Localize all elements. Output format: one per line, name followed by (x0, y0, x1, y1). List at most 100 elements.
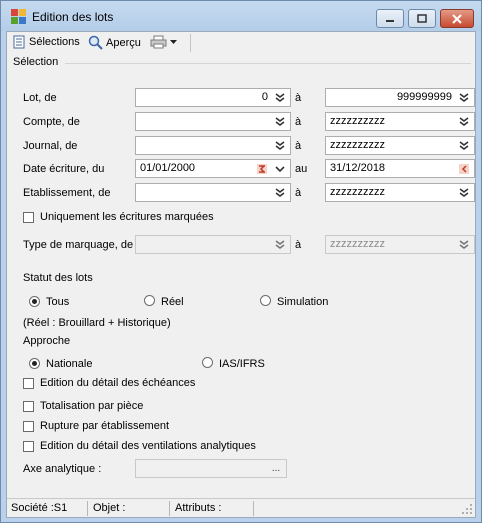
print-button[interactable] (150, 35, 178, 49)
apercu-label: Aperçu (106, 36, 141, 49)
marquage-to-value: zzzzzzzzzz (330, 238, 385, 250)
journal-to-value: zzzzzzzzzz (330, 139, 385, 151)
statut-simulation-radio[interactable] (260, 295, 271, 306)
marquage-sep: à (295, 239, 302, 251)
rupture-label: Rupture par établissement (40, 420, 170, 432)
double-chevron-down-icon (275, 116, 285, 126)
lot-to-lookup[interactable] (457, 90, 471, 105)
statut-reel-label: Réel (161, 296, 184, 308)
statut-simulation-label: Simulation (277, 296, 329, 308)
section-title: Sélection (13, 56, 59, 68)
compte-to-value: zzzzzzzzzz (330, 115, 385, 127)
double-chevron-down-icon (459, 116, 469, 126)
double-chevron-down-icon (459, 239, 469, 249)
minimize-button[interactable] (376, 9, 404, 28)
maximize-icon (417, 13, 427, 23)
detail-ventilations-checkbox[interactable] (23, 441, 34, 452)
selections-label: Sélections (29, 36, 80, 48)
journal-from-field[interactable] (135, 136, 291, 155)
uniquement-label: Uniquement les écritures marquées (40, 211, 214, 223)
axe-browse-button[interactable]: ... (269, 461, 283, 476)
client-area: Sélections Aperçu Sélection Lot, de 0 à … (6, 31, 476, 518)
selections-button[interactable]: Sélections (12, 35, 80, 49)
double-chevron-down-icon (459, 92, 469, 102)
etab-label: Etablissement, de (23, 187, 111, 199)
compte-sep: à (295, 116, 302, 128)
minimize-icon (386, 19, 394, 22)
date-from-value: 01/01/2000 (140, 162, 196, 174)
apercu-button[interactable]: Aperçu (88, 35, 141, 50)
compte-label: Compte, de (23, 116, 80, 128)
magnifier-icon (88, 35, 103, 50)
close-button[interactable] (440, 9, 474, 28)
double-chevron-down-icon (459, 187, 469, 197)
approche-title: Approche (23, 335, 71, 347)
compte-from-field[interactable] (135, 112, 291, 131)
detail-echeances-checkbox[interactable] (23, 378, 34, 389)
resize-grip-icon[interactable] (462, 504, 473, 515)
title-bar[interactable]: Edition des lots (1, 1, 481, 31)
journal-to-lookup[interactable] (457, 138, 471, 153)
date-from-field[interactable]: 01/01/2000 (135, 159, 291, 178)
close-icon (452, 13, 462, 24)
totalisation-checkbox[interactable] (23, 401, 34, 412)
uniquement-checkbox[interactable] (23, 212, 34, 223)
double-chevron-down-icon (275, 140, 285, 150)
double-chevron-down-icon (275, 92, 285, 102)
date-to-calendar[interactable] (457, 161, 471, 176)
status-bar: Société :S1 Objet : Attributs : (7, 498, 475, 517)
status-attributs: Attributs : (175, 502, 222, 514)
maximize-button[interactable] (408, 9, 436, 28)
calendar-icon (459, 163, 469, 174)
date-label: Date écriture, du (23, 163, 105, 175)
date-from-calendar[interactable] (255, 161, 269, 176)
lot-from-field[interactable]: 0 (135, 88, 291, 107)
statut-reel-radio[interactable] (144, 295, 155, 306)
date-from-dropdown[interactable] (273, 161, 287, 176)
statut-note: (Réel : Brouillard + Historique) (23, 317, 171, 329)
date-to-field[interactable]: 31/12/2018 (325, 159, 475, 178)
marquage-from-lookup[interactable] (273, 237, 287, 252)
status-divider (253, 501, 254, 516)
rupture-checkbox[interactable] (23, 421, 34, 432)
lot-sep: à (295, 92, 302, 104)
date-to-value: 31/12/2018 (330, 162, 386, 174)
approche-ias-label: IAS/IFRS (219, 358, 265, 370)
etab-from-field[interactable] (135, 183, 291, 202)
app-icon (11, 9, 27, 25)
marquage-to-field[interactable]: zzzzzzzzzz (325, 235, 475, 254)
journal-sep: à (295, 140, 302, 152)
axe-field[interactable]: ... (135, 459, 287, 478)
marquage-to-lookup[interactable] (457, 237, 471, 252)
lot-from-value: 0 (261, 91, 268, 103)
compte-from-lookup[interactable] (273, 114, 287, 129)
approche-nationale-label: Nationale (46, 358, 93, 370)
approche-nationale-radio[interactable] (29, 358, 40, 369)
etab-to-field[interactable]: zzzzzzzzzz (325, 183, 475, 202)
etab-from-lookup[interactable] (273, 185, 287, 200)
approche-ias-radio[interactable] (202, 357, 213, 368)
double-chevron-down-icon (459, 140, 469, 150)
lot-from-lookup[interactable] (273, 90, 287, 105)
etab-to-lookup[interactable] (457, 185, 471, 200)
lot-label: Lot, de (23, 92, 57, 104)
statut-title: Statut des lots (23, 272, 93, 284)
journal-to-field[interactable]: zzzzzzzzzz (325, 136, 475, 155)
date-sep: au (295, 163, 308, 175)
main-window: Edition des lots Sélections Aperçu Sélec… (0, 0, 482, 523)
printer-icon (150, 35, 167, 49)
dropdown-arrow-icon[interactable] (170, 39, 178, 45)
status-objet: Objet : (93, 502, 126, 514)
marquage-from-field[interactable] (135, 235, 291, 254)
lot-to-field[interactable]: 999999999 (325, 88, 475, 107)
document-icon (13, 35, 25, 49)
lot-to-value: 999999999 (396, 91, 452, 103)
compte-to-lookup[interactable] (457, 114, 471, 129)
double-chevron-down-icon (275, 187, 285, 197)
totalisation-label: Totalisation par pièce (40, 400, 144, 412)
window-title: Edition des lots (32, 10, 114, 24)
compte-to-field[interactable]: zzzzzzzzzz (325, 112, 475, 131)
etab-to-value: zzzzzzzzzz (330, 186, 385, 198)
journal-from-lookup[interactable] (273, 138, 287, 153)
statut-tous-radio[interactable] (29, 296, 40, 307)
